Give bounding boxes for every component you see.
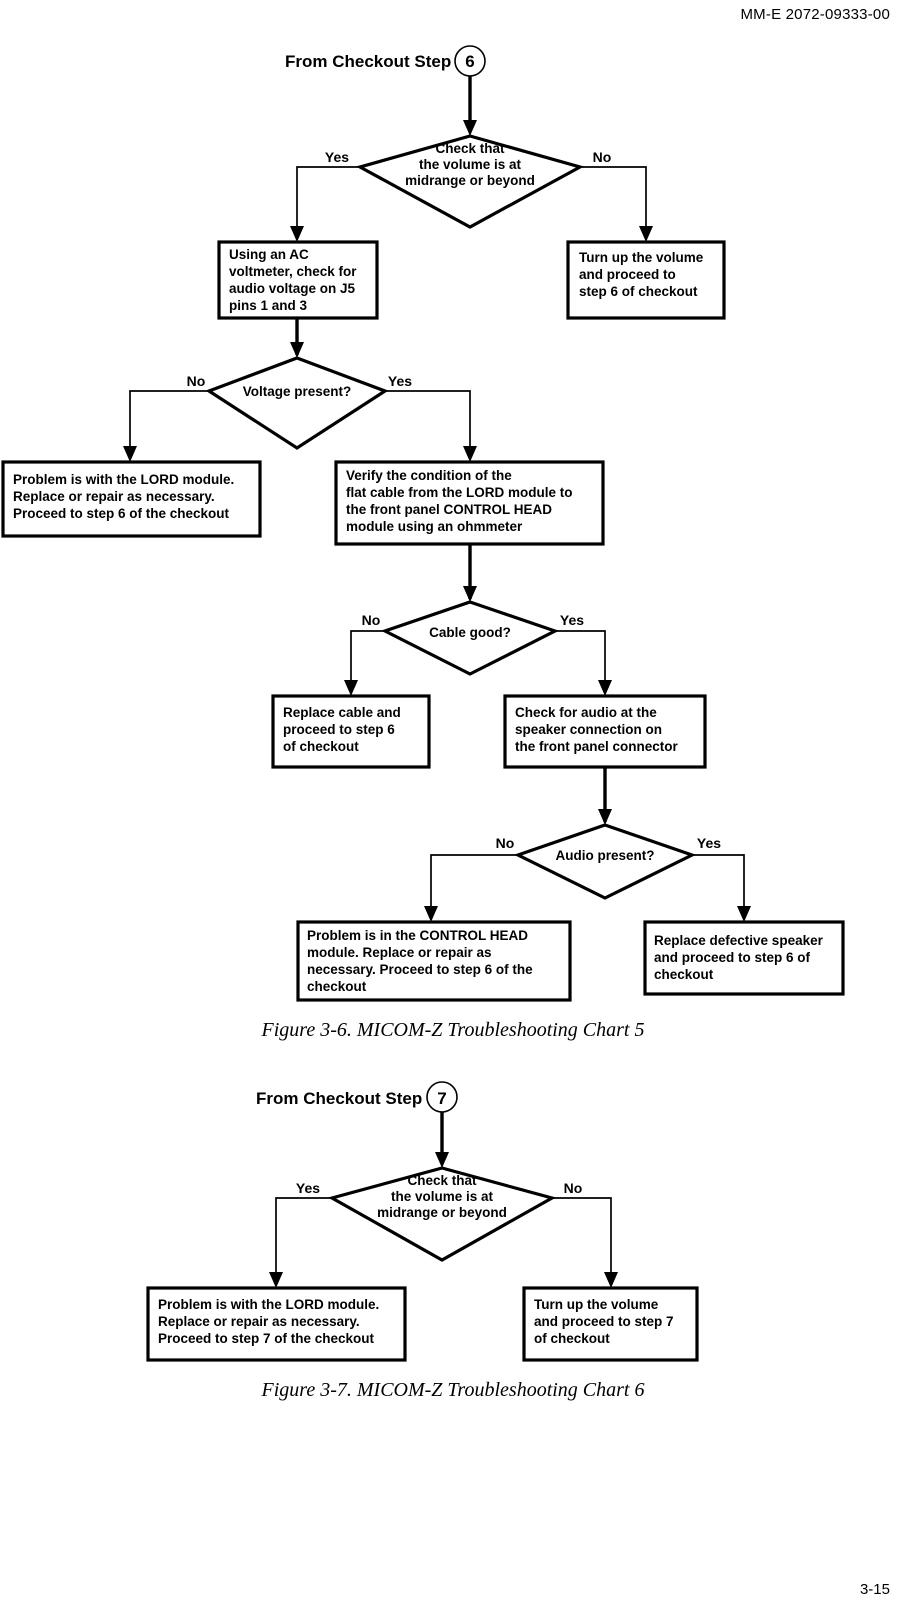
- branch-label-d3-left-chart5: No: [362, 612, 381, 628]
- page-number: 3-15: [859, 1581, 890, 1598]
- arrowhead-d2-no: [123, 446, 137, 462]
- box-lord-module-chart6-line1: Problem is with the LORD module.: [158, 1297, 379, 1312]
- entry-label-chart5: From Checkout Step: [285, 52, 451, 71]
- box-verify-cable-line1: Verify the condition of the: [346, 468, 512, 483]
- box-ac-voltmeter-line1: Using an AC: [229, 247, 309, 262]
- box-ac-voltmeter-line2: voltmeter, check for: [229, 264, 357, 279]
- connector-d3-no: [350, 630, 385, 684]
- decision-volume-line1-chart5: Check that: [435, 141, 505, 156]
- box-lord-module-line1: Problem is with the LORD module.: [13, 472, 234, 487]
- document-header: MM-E 2072-09333-00: [740, 6, 890, 23]
- arrowhead-d1-yes-chart6: [269, 1272, 283, 1288]
- box-verify-cable-line2: flat cable from the LORD module to: [346, 485, 573, 500]
- connector-d3-yes: [555, 630, 606, 684]
- box-replace-cable-line1: Replace cable and: [283, 705, 401, 720]
- box-turn-up-volume-chart6-line2: and proceed to step 7: [534, 1314, 674, 1329]
- branch-label-d2-right-chart5: Yes: [388, 373, 412, 389]
- decision-volume-line3-chart5: midrange or beyond: [405, 173, 535, 188]
- box-verify-cable-line4: module using an ohmmeter: [346, 519, 523, 534]
- branch-label-d4-right-chart5: Yes: [697, 835, 721, 851]
- box-lord-module-chart6-line3: Proceed to step 7 of the checkout: [158, 1331, 375, 1346]
- box-control-head-line1: Problem is in the CONTROL HEAD: [307, 928, 528, 943]
- connector-d1-yes: [296, 166, 360, 230]
- entry-step-number-chart6: 7: [437, 1089, 446, 1108]
- decision-volume-line2-chart5: the volume is at: [419, 157, 522, 172]
- box-replace-speaker-line1: Replace defective speaker: [654, 933, 824, 948]
- decision-volume-line3-chart6: midrange or beyond: [377, 1205, 507, 1220]
- box-ac-voltmeter-line4: pins 1 and 3: [229, 298, 308, 313]
- box-replace-cable-line3: of checkout: [283, 739, 359, 754]
- branch-label-d1-left-chart5: Yes: [325, 149, 349, 165]
- branch-label-d1-right-chart5: No: [593, 149, 612, 165]
- decision-audio-present-label: Audio present?: [555, 848, 654, 863]
- connector-d4-yes: [692, 854, 745, 910]
- arrowhead-verify-to-d3: [463, 586, 477, 602]
- branch-label-d3-right-chart5: Yes: [560, 612, 584, 628]
- figure-caption-3-7: Figure 3-7. MICOM-Z Troubleshooting Char…: [261, 1379, 645, 1401]
- box-replace-cable-line2: proceed to step 6: [283, 722, 395, 737]
- connector-d4-no: [430, 854, 518, 910]
- entry-step-number-chart5: 6: [465, 52, 474, 71]
- connector-d1-yes-chart6: [275, 1197, 332, 1276]
- troubleshooting-chart-5: From Checkout Step 6 Check that the volu…: [0, 36, 906, 1011]
- arrowhead-entry-to-d1: [463, 120, 477, 136]
- arrowhead-d3-yes: [598, 680, 612, 696]
- decision-volume-line1-chart6: Check that: [407, 1173, 477, 1188]
- box-control-head-line2: module. Replace or repair as: [307, 945, 492, 960]
- box-turn-up-volume-line3: step 6 of checkout: [579, 284, 698, 299]
- box-turn-up-volume-line1: Turn up the volume: [579, 250, 704, 265]
- connector-d2-no: [129, 390, 209, 450]
- decision-volume-line2-chart6: the volume is at: [391, 1189, 494, 1204]
- box-replace-speaker-line2: and proceed to step 6 of: [654, 950, 811, 965]
- decision-cable-good-label: Cable good?: [429, 625, 511, 640]
- box-lord-module-line2: Replace or repair as necessary.: [13, 489, 215, 504]
- arrowhead-d4-no: [424, 906, 438, 922]
- arrowhead-d1-no: [639, 226, 653, 242]
- box-control-head-line4: checkout: [307, 979, 367, 994]
- connector-d1-no: [580, 166, 647, 230]
- arrowhead-d4-yes: [737, 906, 751, 922]
- box-turn-up-volume-chart6-line1: Turn up the volume: [534, 1297, 659, 1312]
- box-check-audio-line2: speaker connection on: [515, 722, 662, 737]
- branch-label-d1-left-chart6: Yes: [296, 1180, 320, 1196]
- box-turn-up-volume-line2: and proceed to: [579, 267, 676, 282]
- arrowhead-d3-no: [344, 680, 358, 696]
- arrowhead-checkaudio-to-d4: [598, 809, 612, 825]
- connector-d2-yes: [385, 390, 471, 450]
- troubleshooting-chart-6: From Checkout Step 7 Check that the volu…: [0, 1078, 906, 1363]
- decision-voltage-present-chart5: [205, 356, 389, 450]
- box-turn-up-volume-chart6-line3: of checkout: [534, 1331, 610, 1346]
- branch-label-d4-left-chart5: No: [496, 835, 515, 851]
- box-check-audio-line3: the front panel connector: [515, 739, 679, 754]
- branch-label-d2-left-chart5: No: [187, 373, 206, 389]
- connector-d1-no-chart6: [552, 1197, 612, 1276]
- box-replace-speaker-line3: checkout: [654, 967, 714, 982]
- box-lord-module-line3: Proceed to step 6 of the checkout: [13, 506, 230, 521]
- decision-voltage-present-label: Voltage present?: [243, 384, 352, 399]
- box-control-head-line3: necessary. Proceed to step 6 of the: [307, 962, 533, 977]
- entry-label-chart6: From Checkout Step: [256, 1089, 422, 1108]
- figure-caption-3-6: Figure 3-6. MICOM-Z Troubleshooting Char…: [261, 1019, 645, 1041]
- arrowhead-d2-yes: [463, 446, 477, 462]
- box-check-audio-line1: Check for audio at the: [515, 705, 657, 720]
- box-lord-module-chart6-line2: Replace or repair as necessary.: [158, 1314, 360, 1329]
- arrowhead-d1-no-chart6: [604, 1272, 618, 1288]
- arrowhead-d1-yes: [290, 226, 304, 242]
- branch-label-d1-right-chart6: No: [564, 1180, 583, 1196]
- arrowhead-acv-to-d2: [290, 342, 304, 358]
- box-ac-voltmeter-line3: audio voltage on J5: [229, 281, 356, 296]
- arrowhead-entry-to-d1-chart6: [435, 1152, 449, 1168]
- box-verify-cable-line3: the front panel CONTROL HEAD: [346, 502, 552, 517]
